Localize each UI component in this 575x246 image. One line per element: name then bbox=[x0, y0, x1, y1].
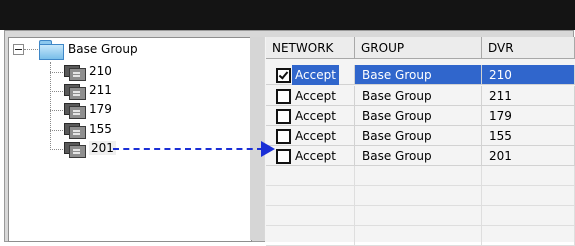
group-cell: Base Group bbox=[355, 106, 482, 126]
tree-connector bbox=[50, 130, 63, 131]
network-value: Accept bbox=[295, 149, 336, 163]
column-header-group[interactable]: GROUP bbox=[355, 37, 482, 59]
dvr-cell: 210 bbox=[482, 65, 575, 85]
tree-connector bbox=[50, 72, 63, 73]
window-title-bar bbox=[0, 0, 575, 30]
tree-root-label[interactable]: Base Group bbox=[68, 42, 138, 56]
collapse-toggle-icon[interactable] bbox=[13, 44, 24, 55]
dvr-cell: 201 bbox=[482, 146, 575, 166]
tree-item-210[interactable]: 210 bbox=[89, 64, 112, 78]
dvr-device-icon bbox=[64, 83, 86, 100]
network-value: Accept bbox=[295, 109, 336, 123]
network-value: Accept bbox=[292, 65, 339, 85]
network-cell: Accept bbox=[266, 86, 355, 106]
tree-item-201[interactable]: 201 bbox=[89, 141, 116, 155]
group-cell: Base Group bbox=[355, 146, 482, 166]
empty-row bbox=[266, 186, 575, 206]
group-cell: Base Group bbox=[355, 65, 482, 85]
column-header-dvr[interactable]: DVR bbox=[482, 37, 575, 59]
table-row[interactable]: Accept Base Group 201 bbox=[266, 146, 575, 166]
column-header-network[interactable]: NETWORK bbox=[266, 37, 355, 59]
network-cell: Accept bbox=[266, 126, 355, 146]
table-row[interactable]: Accept Base Group 179 bbox=[266, 106, 575, 126]
tree-connector bbox=[24, 49, 38, 50]
empty-row bbox=[266, 206, 575, 226]
tree-item-179[interactable]: 179 bbox=[89, 102, 112, 116]
accept-checkbox[interactable] bbox=[276, 149, 291, 164]
device-tree-panel[interactable] bbox=[8, 37, 252, 242]
dvr-device-icon bbox=[64, 102, 86, 119]
dvr-device-icon bbox=[64, 122, 86, 139]
group-cell: Base Group bbox=[355, 86, 482, 106]
tree-connector bbox=[50, 91, 63, 92]
folder-icon bbox=[39, 40, 64, 60]
empty-row bbox=[266, 226, 575, 246]
tree-connector bbox=[50, 110, 63, 111]
dvr-cell: 211 bbox=[482, 86, 575, 106]
dvr-device-icon bbox=[64, 141, 86, 158]
accept-checkbox[interactable] bbox=[276, 68, 291, 83]
accept-checkbox[interactable] bbox=[276, 109, 291, 124]
dvr-cell: 179 bbox=[482, 106, 575, 126]
table-row[interactable]: Accept Base Group 210 bbox=[266, 65, 575, 85]
tree-item-211[interactable]: 211 bbox=[89, 83, 112, 97]
table-row[interactable]: Accept Base Group 155 bbox=[266, 126, 575, 146]
dvr-cell: 155 bbox=[482, 126, 575, 146]
group-cell: Base Group bbox=[355, 126, 482, 146]
accept-checkbox[interactable] bbox=[276, 89, 291, 104]
panel-splitter[interactable] bbox=[250, 37, 264, 240]
network-cell: Accept bbox=[266, 65, 355, 85]
network-cell: Accept bbox=[266, 106, 355, 126]
tree-connector bbox=[50, 62, 51, 150]
dvr-device-icon bbox=[64, 64, 86, 81]
arrow-right-icon bbox=[261, 141, 275, 157]
network-cell: Accept bbox=[266, 146, 355, 166]
table-row[interactable]: Accept Base Group 211 bbox=[266, 86, 575, 106]
mapping-arrow-line bbox=[113, 148, 263, 150]
network-value: Accept bbox=[295, 129, 336, 143]
network-value: Accept bbox=[295, 89, 336, 103]
empty-row bbox=[266, 166, 575, 186]
tree-item-155[interactable]: 155 bbox=[89, 122, 112, 136]
accept-checkbox[interactable] bbox=[276, 129, 291, 144]
tree-connector bbox=[50, 149, 63, 150]
